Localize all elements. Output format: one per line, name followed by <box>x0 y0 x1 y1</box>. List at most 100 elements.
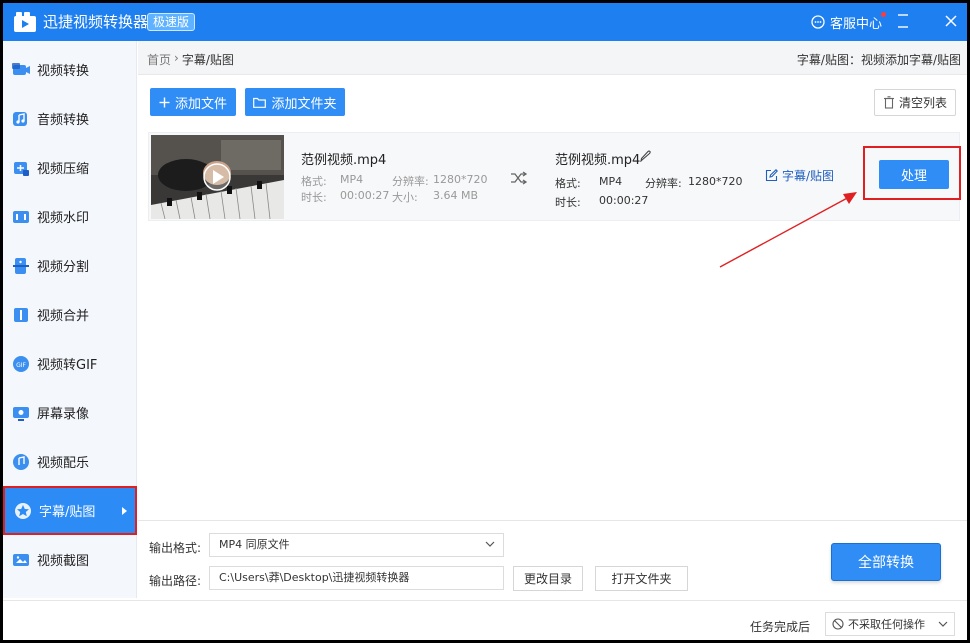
video-thumbnail[interactable] <box>151 135 284 219</box>
breadcrumb-current: 字幕/贴图 <box>181 53 234 67</box>
process-highlight-box: 处理 <box>863 146 961 200</box>
change-directory-label: 更改目录 <box>523 572 572 586</box>
video-merge-icon <box>14 307 28 322</box>
change-directory-button[interactable]: 更改目录 <box>513 566 583 591</box>
process-button[interactable]: 处理 <box>879 160 949 189</box>
sidebar-item-video-screenshot[interactable]: 视频截图 <box>3 535 137 584</box>
clear-list-label: 清空列表 <box>898 96 947 110</box>
video-compress-icon <box>14 161 29 176</box>
add-folder-button[interactable]: 添加文件夹 <box>245 88 345 116</box>
video-gif-icon: GIF <box>13 355 29 372</box>
after-complete-select[interactable]: 不采取任何操作 <box>825 612 955 636</box>
app-logo-icon <box>14 12 36 32</box>
clear-list-button[interactable]: 清空列表 <box>874 89 956 116</box>
active-caret-icon <box>122 507 127 515</box>
sidebar-item-label: 屏幕录像 <box>37 407 90 422</box>
process-label: 处理 <box>900 169 927 184</box>
breadcrumb-bar: 首页 › 字幕/贴图 字幕/贴图：视频添加字幕/贴图 <box>138 41 967 75</box>
output-format-select[interactable]: MP4 同原文件 <box>209 533 504 557</box>
sidebar-item-label: 视频配乐 <box>37 456 90 471</box>
plus-icon <box>159 97 170 107</box>
subtitle-sticker-icon <box>15 502 31 519</box>
video-split-icon <box>13 257 29 274</box>
trash-icon <box>883 96 894 109</box>
annotation-arrow-icon <box>719 192 857 268</box>
source-format-value: MP4 <box>340 173 364 186</box>
output-settings-panel: 输出格式: MP4 同原文件 输出路径: C:\Users\莽\Desktop\… <box>138 520 967 600</box>
output-file-name: 范例视频.mp4 <box>555 153 641 168</box>
sidebar-item-video-merge[interactable]: 视频合并 <box>3 290 137 339</box>
sidebar-item-label: 视频压缩 <box>37 162 90 177</box>
add-folder-label: 添加文件夹 <box>271 96 337 112</box>
sidebar-item-label: 字幕/贴图 <box>39 505 96 520</box>
breadcrumb-home[interactable]: 首页 <box>147 51 171 68</box>
rename-pencil-icon[interactable] <box>639 149 651 162</box>
sidebar-item-video-split[interactable]: 视频分割 <box>3 241 137 290</box>
sidebar-item-label: 视频截图 <box>37 554 90 569</box>
source-duration-label: 时长: <box>301 191 327 204</box>
edit-icon <box>765 169 778 182</box>
sidebar-item-video-music[interactable]: 视频配乐 <box>3 437 137 486</box>
sidebar-item-screen-record[interactable]: 屏幕录像 <box>3 388 137 437</box>
sidebar-item-video-compress[interactable]: 视频压缩 <box>3 143 137 192</box>
app-title: 迅捷视频转换器 <box>43 13 149 31</box>
sidebar-item-label: 视频分割 <box>37 260 90 275</box>
output-path-label: 输出路径: <box>149 574 202 588</box>
no-action-icon <box>832 618 844 630</box>
chevron-down-icon <box>485 541 495 547</box>
output-path-value: C:\Users\莽\Desktop\迅捷视频转换器 <box>219 571 410 584</box>
sidebar-item-subtitle-sticker[interactable]: 字幕/贴图 <box>3 486 137 535</box>
output-format-value: MP4 <box>599 175 623 188</box>
after-complete-value: 不采取任何操作 <box>848 618 925 631</box>
customer-service-button[interactable]: 客服中心 <box>811 12 887 32</box>
open-folder-button[interactable]: 打开文件夹 <box>595 566 688 591</box>
add-file-label: 添加文件 <box>174 96 227 112</box>
breadcrumb-separator: › <box>174 51 179 65</box>
piano-thumbnail-image <box>151 135 284 219</box>
sidebar-item-video-watermark[interactable]: 视频水印 <box>3 192 137 241</box>
title-bar: 迅捷视频转换器 极速版 客服中心 <box>3 3 967 41</box>
chat-icon <box>811 15 825 29</box>
output-resolution-label: 分辨率: <box>645 177 682 190</box>
screen-record-icon <box>13 406 29 421</box>
sidebar-item-label: 视频水印 <box>37 211 90 226</box>
video-watermark-icon <box>13 210 29 223</box>
minimize-button[interactable] <box>893 11 913 31</box>
sidebar-item-video-convert[interactable]: 视频转换 <box>3 45 137 94</box>
folder-icon <box>253 97 267 108</box>
sidebar-item-label: 音频转换 <box>37 113 90 128</box>
svg-text:GIF: GIF <box>16 362 26 369</box>
edit-link-label: 字幕/贴图 <box>782 169 835 183</box>
shuffle-icon <box>511 171 528 185</box>
source-resolution-value: 1280*720 <box>433 173 488 186</box>
sidebar-item-label: 视频合并 <box>37 309 90 324</box>
add-file-button[interactable]: 添加文件 <box>150 88 236 116</box>
convert-all-button[interactable]: 全部转换 <box>831 543 941 581</box>
output-path-field[interactable]: C:\Users\莽\Desktop\迅捷视频转换器 <box>209 566 504 590</box>
video-convert-icon <box>12 62 30 75</box>
video-music-icon <box>13 453 29 470</box>
subtitle-sticker-edit-link[interactable]: 字幕/贴图 <box>765 167 834 184</box>
sidebar: 视频转换 音频转换 视频压缩 视频水印 视频分割 视频合并 GIF 视频转GIF <box>3 41 137 598</box>
output-format-label: 输出格式: <box>149 541 202 555</box>
source-resolution-label: 分辨率: <box>392 175 429 188</box>
source-size-value: 3.64 MB <box>433 189 479 202</box>
audio-convert-icon <box>13 111 27 126</box>
customer-service-label: 客服中心 <box>830 16 883 32</box>
source-duration-value: 00:00:27 <box>340 189 390 202</box>
edition-badge: 极速版 <box>147 13 196 31</box>
output-format-label: 格式: <box>555 177 581 190</box>
sidebar-item-video-gif[interactable]: GIF 视频转GIF <box>3 339 137 388</box>
after-complete-label: 任务完成后 <box>750 620 811 634</box>
sidebar-item-label: 视频转GIF <box>37 358 98 373</box>
source-size-label: 大小: <box>392 191 418 204</box>
output-format-value: MP4 同原文件 <box>219 538 290 551</box>
feature-description: 字幕/贴图：视频添加字幕/贴图 <box>796 53 961 67</box>
sidebar-item-audio-convert[interactable]: 音频转换 <box>3 94 137 143</box>
close-button[interactable] <box>941 11 961 31</box>
breadcrumb: 首页 › 字幕/贴图 <box>147 51 234 68</box>
chevron-down-icon <box>938 621 948 627</box>
source-format-label: 格式: <box>301 175 327 188</box>
open-folder-label: 打开文件夹 <box>611 572 672 586</box>
convert-all-label: 全部转换 <box>858 555 914 571</box>
